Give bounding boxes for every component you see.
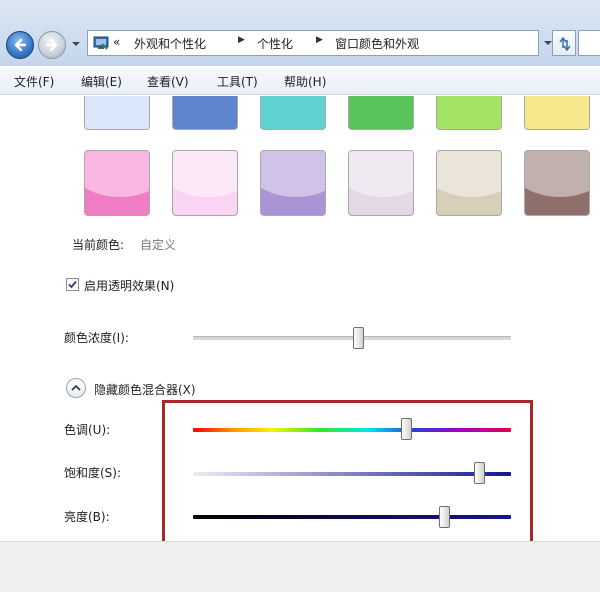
forward-arrow-icon <box>45 38 58 52</box>
color-swatch[interactable] <box>524 150 590 216</box>
hide-mixer-label[interactable]: 隐藏颜色混合器(X) <box>94 381 196 398</box>
color-swatch[interactable] <box>260 150 326 216</box>
menu-help[interactable]: 帮助(H) <box>284 73 326 90</box>
color-swatch[interactable] <box>172 96 238 130</box>
current-color-label: 当前颜色: <box>72 238 125 252</box>
refresh-button[interactable] <box>552 30 576 56</box>
menu-view[interactable]: 查看(V) <box>147 73 189 90</box>
saturation-label: 饱和度(S): <box>64 466 122 480</box>
refresh-icon <box>559 36 571 52</box>
forward-button[interactable] <box>38 31 66 59</box>
transparency-checkbox[interactable] <box>66 278 79 291</box>
color-swatch[interactable] <box>524 96 590 130</box>
menu-edit[interactable]: 编辑(E) <box>81 73 122 90</box>
breadcrumb-separator-icon[interactable]: ▶ <box>238 35 245 45</box>
transparency-label[interactable]: 启用透明效果(N) <box>84 277 174 294</box>
search-box[interactable] <box>578 30 600 56</box>
brightness-label: 亮度(B): <box>64 510 110 524</box>
color-swatch[interactable] <box>348 96 414 130</box>
color-intensity-slider-thumb[interactable] <box>352 327 364 349</box>
back-arrow-icon <box>14 38 27 52</box>
breadcrumb-overflow[interactable]: « <box>113 35 120 49</box>
color-swatch[interactable] <box>172 150 238 216</box>
checkmark-icon <box>68 280 77 289</box>
breadcrumb-separator-icon[interactable]: ▶ <box>316 35 323 45</box>
breadcrumb-item-personalization[interactable]: 个性化 <box>257 35 293 52</box>
chevron-up-icon <box>71 384 81 391</box>
color-intensity-label: 颜色浓度(I): <box>64 331 129 345</box>
highlight-annotation-box <box>162 400 533 547</box>
hide-mixer-button[interactable] <box>66 378 86 398</box>
back-button[interactable] <box>6 31 34 59</box>
color-swatch[interactable] <box>84 150 150 216</box>
color-swatch[interactable] <box>84 96 150 130</box>
color-swatch[interactable] <box>348 150 414 216</box>
control-panel-icon <box>93 36 109 50</box>
breadcrumb-item-appearance[interactable]: 外观和个性化 <box>134 35 206 52</box>
breadcrumb-item-window-color[interactable]: 窗口颜色和外观 <box>335 35 419 52</box>
menu-bar: 文件(F) 编辑(E) 查看(V) 工具(T) 帮助(H) <box>0 68 600 95</box>
menu-tools[interactable]: 工具(T) <box>217 73 258 90</box>
color-swatch[interactable] <box>436 96 502 130</box>
menu-file[interactable]: 文件(F) <box>14 73 54 90</box>
address-toolbar: « 外观和个性化 ▶ 个性化 ▶ 窗口颜色和外观 <box>0 0 600 66</box>
address-bar[interactable]: « 外观和个性化 ▶ 个性化 ▶ 窗口颜色和外观 <box>87 30 539 56</box>
color-swatch[interactable] <box>436 150 502 216</box>
hue-label: 色调(U): <box>64 423 111 437</box>
current-color-value: 自定义 <box>140 238 177 252</box>
color-swatch[interactable] <box>260 96 326 130</box>
bottom-button-bar <box>0 541 600 592</box>
recent-pages-chevron-down-icon[interactable] <box>71 39 81 49</box>
